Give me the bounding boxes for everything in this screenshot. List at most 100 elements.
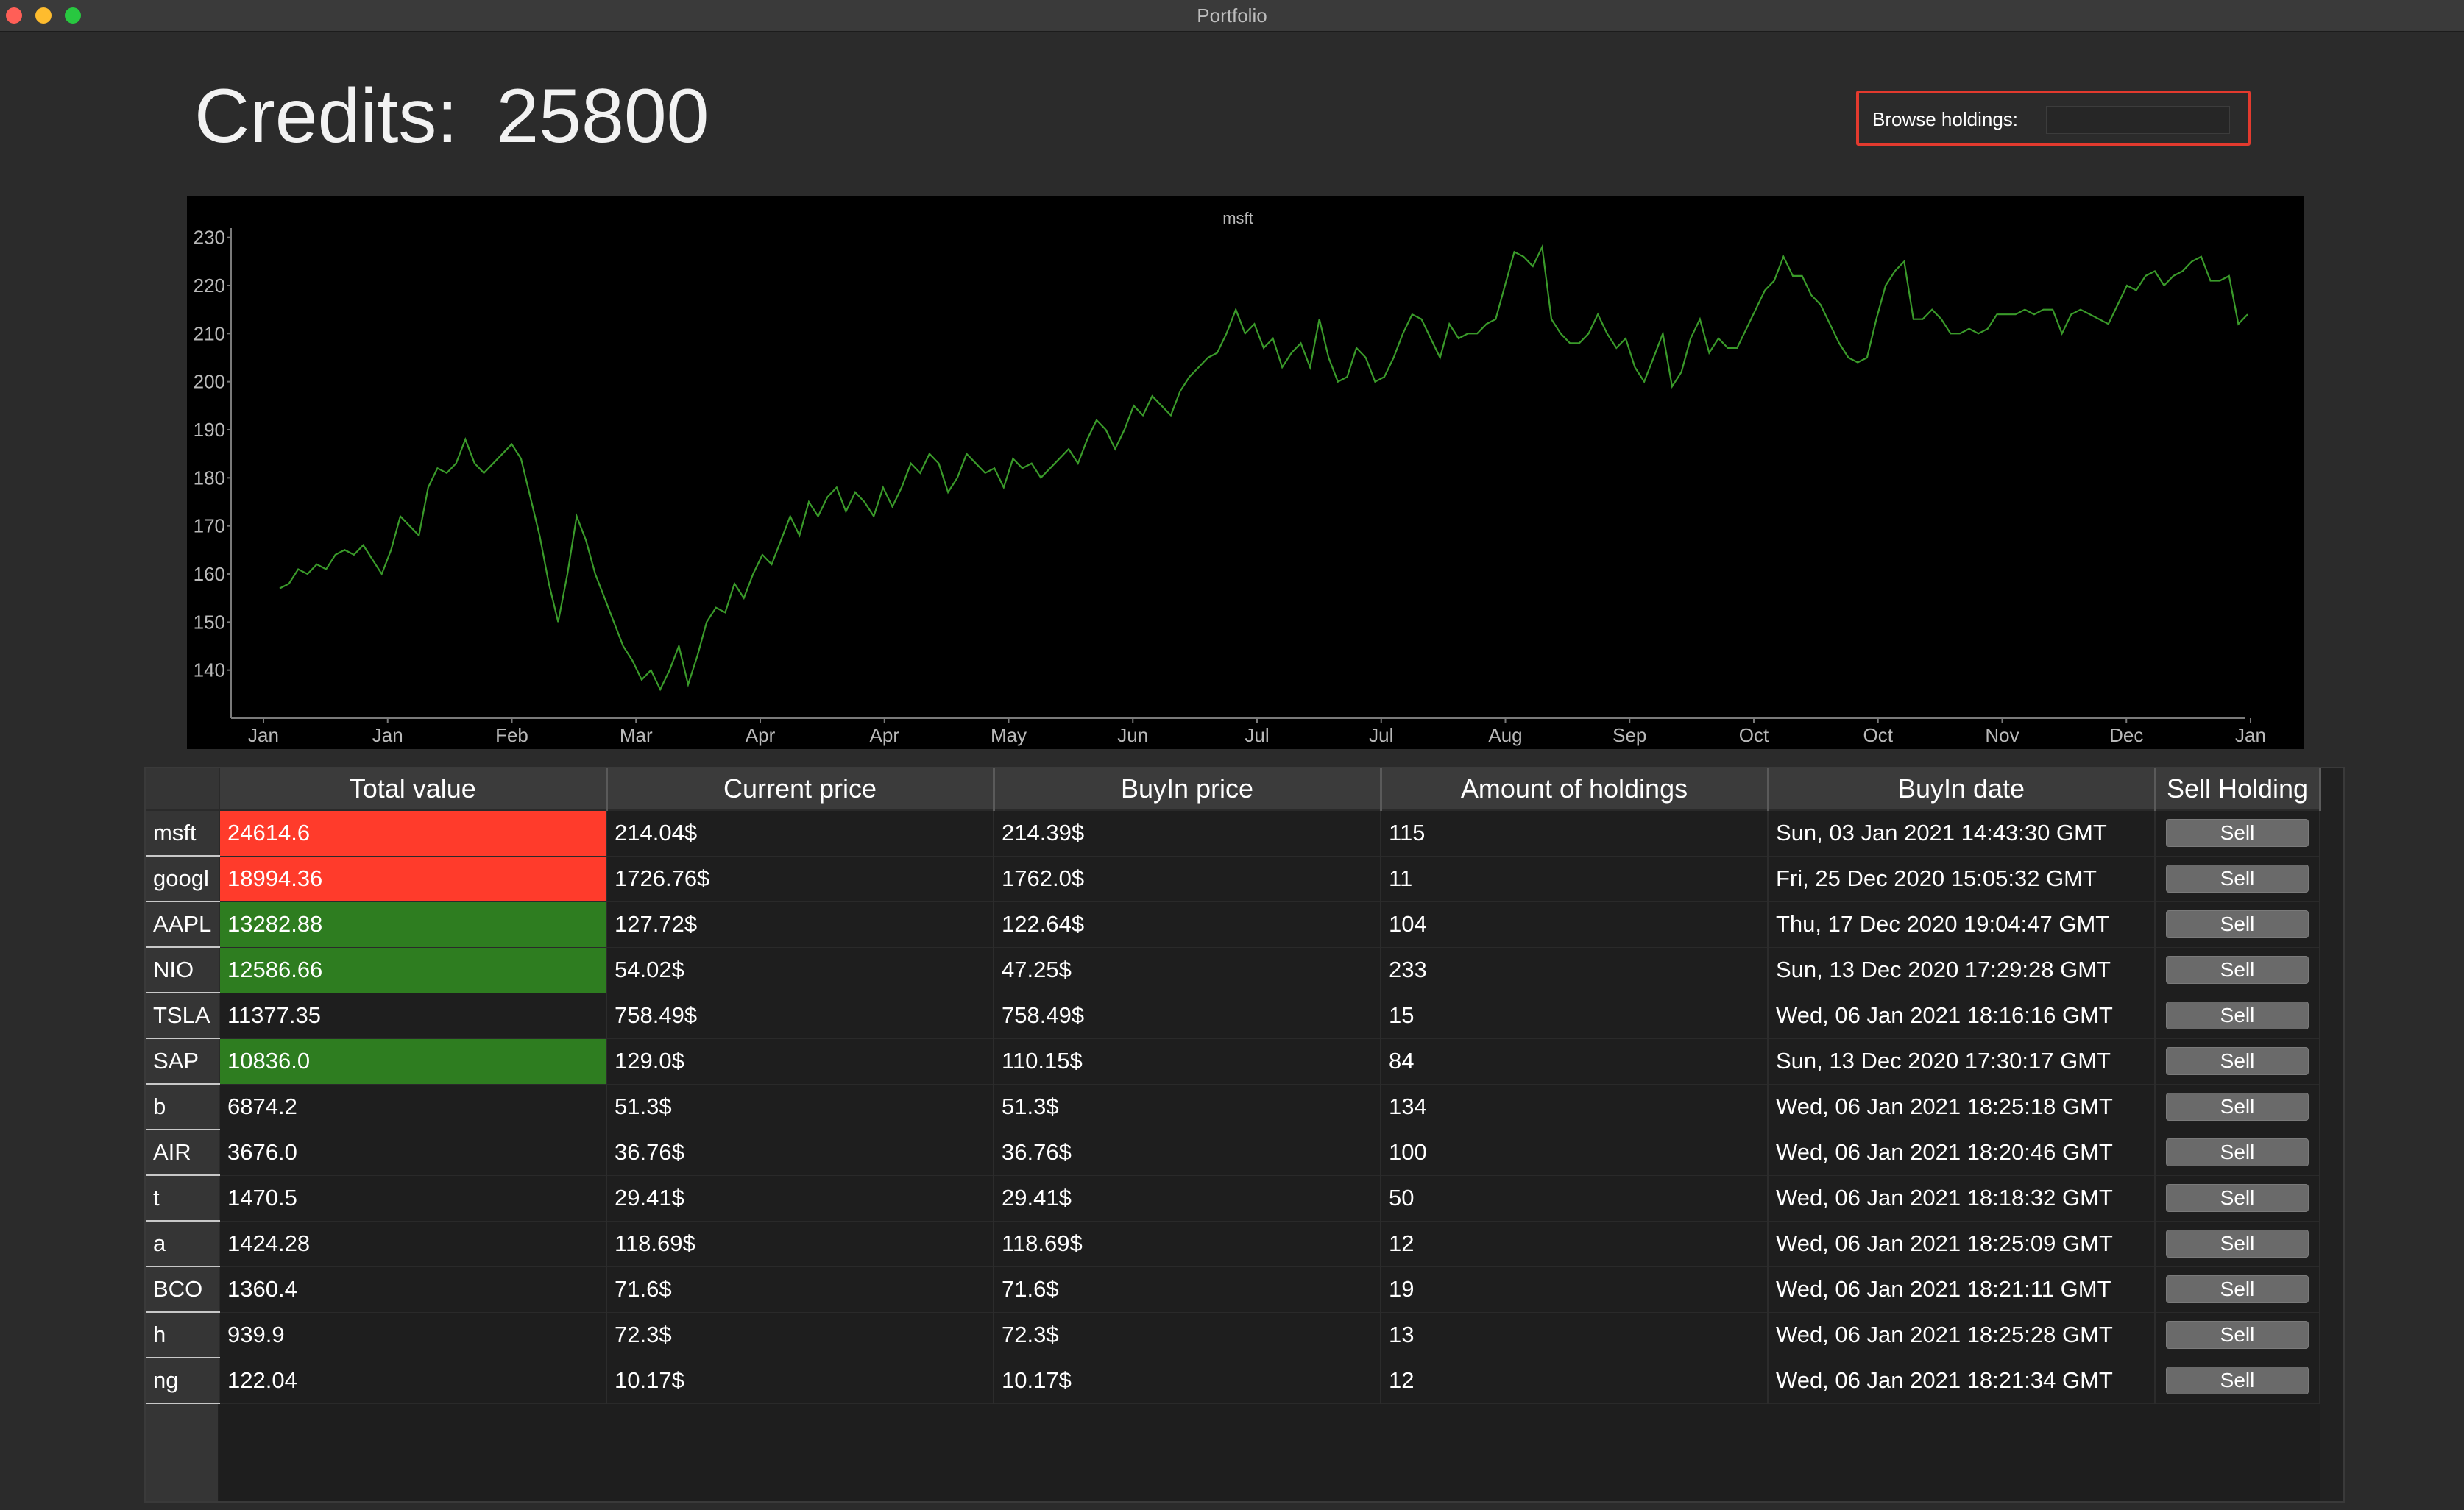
y-tick-label: 170 xyxy=(194,515,225,537)
current-price-cell: 29.41$ xyxy=(606,1175,994,1222)
column-header-sell-holding[interactable]: Sell Holding xyxy=(2155,768,2321,811)
total-value-cell: 18994.36 xyxy=(219,856,607,902)
table-row[interactable]: a 1424.28 118.69$ 118.69$ 12 Wed, 06 Jan 2021… xyxy=(146,1221,2320,1267)
total-value-cell: 1424.28 xyxy=(219,1221,607,1267)
x-tick-label: Aug xyxy=(1488,724,1522,746)
column-header-buyin-price[interactable]: BuyIn price xyxy=(994,768,1382,811)
column-header-current-price[interactable]: Current price xyxy=(606,768,995,811)
total-value-cell: 11377.35 xyxy=(219,993,607,1039)
x-tick-label: Jan xyxy=(248,724,279,746)
table-row[interactable]: BCO 1360.4 71.6$ 71.6$ 19 Wed, 06 Jan 2021 18… xyxy=(146,1266,2320,1313)
table-row[interactable]: TSLA 11377.35 758.49$ 758.49$ 15 Wed, 06 Jan … xyxy=(146,993,2320,1039)
current-price-cell: 36.76$ xyxy=(606,1130,994,1176)
sell-button[interactable]: Sell xyxy=(2166,956,2309,984)
y-tick-label: 140 xyxy=(194,659,225,681)
buyin-date-cell: Sun, 13 Dec 2020 17:30:17 GMT xyxy=(1768,1038,2156,1085)
browse-holdings-panel: Browse holdings: xyxy=(1856,91,2251,146)
buyin-price-cell: 118.69$ xyxy=(994,1221,1381,1267)
row-symbol: t xyxy=(146,1175,220,1222)
sell-button[interactable]: Sell xyxy=(2166,1275,2309,1303)
row-symbol: ng xyxy=(146,1358,220,1404)
buyin-price-cell: 29.41$ xyxy=(994,1175,1381,1222)
total-value-cell: 1360.4 xyxy=(219,1266,607,1313)
sell-cell: Sell xyxy=(2155,810,2320,857)
sell-button[interactable]: Sell xyxy=(2166,1002,2309,1029)
x-tick-label: Apr xyxy=(746,724,776,746)
table-row[interactable]: b 6874.2 51.3$ 51.3$ 134 Wed, 06 Jan 2021 18:… xyxy=(146,1084,2320,1130)
row-symbol: h xyxy=(146,1312,220,1358)
credits-value: 25800 xyxy=(496,74,709,159)
buyin-date-cell: Wed, 06 Jan 2021 18:25:28 GMT xyxy=(1768,1312,2156,1358)
table-row[interactable]: ng 122.04 10.17$ 10.17$ 12 Wed, 06 Jan 2021 1… xyxy=(146,1358,2320,1404)
sell-button[interactable]: Sell xyxy=(2166,1047,2309,1075)
total-value-cell: 12586.66 xyxy=(219,947,607,993)
sell-cell: Sell xyxy=(2155,1358,2320,1404)
row-symbol: msft xyxy=(146,810,220,857)
x-tick-label: May xyxy=(991,724,1027,746)
table-row[interactable]: AIR 3676.0 36.76$ 36.76$ 100 Wed, 06 Jan 2021… xyxy=(146,1130,2320,1176)
chart-title: msft xyxy=(1222,209,1253,227)
table-row[interactable]: AAPL 13282.88 127.72$ 122.64$ 104 Thu, 17 Dec… xyxy=(146,901,2320,948)
y-tick-label: 230 xyxy=(194,227,225,249)
window-title: Portfolio xyxy=(1197,4,1267,26)
corner-cell xyxy=(146,768,220,811)
total-value-cell: 6874.2 xyxy=(219,1084,607,1130)
current-price-cell: 118.69$ xyxy=(606,1221,994,1267)
current-price-cell: 1726.76$ xyxy=(606,856,994,902)
current-price-cell: 51.3$ xyxy=(606,1084,994,1130)
sell-cell: Sell xyxy=(2155,1312,2320,1358)
amount-cell: 15 xyxy=(1381,993,1769,1039)
sell-cell: Sell xyxy=(2155,901,2320,948)
buyin-date-cell: Wed, 06 Jan 2021 18:25:09 GMT xyxy=(1768,1221,2156,1267)
table-row[interactable]: NIO 12586.66 54.02$ 47.25$ 233 Sun, 13 Dec 20… xyxy=(146,947,2320,993)
buyin-price-cell: 72.3$ xyxy=(994,1312,1381,1358)
sell-button[interactable]: Sell xyxy=(2166,1093,2309,1121)
sell-button[interactable]: Sell xyxy=(2166,819,2309,848)
sell-button[interactable]: Sell xyxy=(2166,910,2309,938)
buyin-date-cell: Wed, 06 Jan 2021 18:16:16 GMT xyxy=(1768,993,2156,1039)
amount-cell: 12 xyxy=(1381,1221,1769,1267)
browse-holdings-dropdown[interactable] xyxy=(2046,106,2230,134)
sell-button[interactable]: Sell xyxy=(2166,1367,2309,1394)
sell-cell: Sell xyxy=(2155,856,2320,902)
amount-cell: 100 xyxy=(1381,1130,1769,1176)
current-price-cell: 54.02$ xyxy=(606,947,994,993)
sell-button[interactable]: Sell xyxy=(2166,865,2309,893)
amount-cell: 11 xyxy=(1381,856,1769,902)
buyin-price-cell: 122.64$ xyxy=(994,901,1381,948)
sell-cell: Sell xyxy=(2155,947,2320,993)
column-header-amount[interactable]: Amount of holdings xyxy=(1381,768,1769,811)
sell-button[interactable]: Sell xyxy=(2166,1138,2309,1166)
y-tick-label: 150 xyxy=(194,611,225,633)
buyin-date-cell: Wed, 06 Jan 2021 18:21:34 GMT xyxy=(1768,1358,2156,1404)
column-header-total-value[interactable]: Total value xyxy=(219,768,608,811)
current-price-cell: 127.72$ xyxy=(606,901,994,948)
current-price-cell: 214.04$ xyxy=(606,810,994,857)
buyin-date-cell: Wed, 06 Jan 2021 18:20:46 GMT xyxy=(1768,1130,2156,1176)
table-row[interactable]: msft 24614.6 214.04$ 214.39$ 115 Sun, 03 Jan … xyxy=(146,810,2320,857)
x-tick-label: Jan xyxy=(372,724,403,746)
sell-button[interactable]: Sell xyxy=(2166,1184,2309,1212)
table-row[interactable]: h 939.9 72.3$ 72.3$ 13 Wed, 06 Jan 2021 18:25… xyxy=(146,1312,2320,1358)
current-price-cell: 72.3$ xyxy=(606,1312,994,1358)
x-tick-label: Sep xyxy=(1612,724,1646,746)
row-symbol: AIR xyxy=(146,1130,220,1176)
holdings-table: Total value Current price BuyIn price Am… xyxy=(144,767,2345,1503)
amount-cell: 84 xyxy=(1381,1038,1769,1085)
y-tick-label: 160 xyxy=(194,563,225,585)
y-tick-label: 220 xyxy=(194,274,225,297)
table-row[interactable]: googl 18994.36 1726.76$ 1762.0$ 11 Fri, 25 De… xyxy=(146,856,2320,902)
column-header-buyin-date[interactable]: BuyIn date xyxy=(1768,768,2156,811)
amount-cell: 12 xyxy=(1381,1358,1769,1404)
x-tick-label: Dec xyxy=(2109,724,2143,746)
table-row[interactable]: t 1470.5 29.41$ 29.41$ 50 Wed, 06 Jan 2021 18… xyxy=(146,1175,2320,1222)
sell-cell: Sell xyxy=(2155,993,2320,1039)
price-series-line xyxy=(279,244,2248,692)
table-row[interactable]: SAP 10836.0 129.0$ 110.15$ 84 Sun, 13 Dec 202… xyxy=(146,1038,2320,1085)
row-symbol: googl xyxy=(146,856,220,902)
x-tick-label: Apr xyxy=(870,724,900,746)
amount-cell: 19 xyxy=(1381,1266,1769,1313)
sell-button[interactable]: Sell xyxy=(2166,1230,2309,1258)
y-tick-label: 180 xyxy=(194,467,225,489)
sell-button[interactable]: Sell xyxy=(2166,1321,2309,1349)
